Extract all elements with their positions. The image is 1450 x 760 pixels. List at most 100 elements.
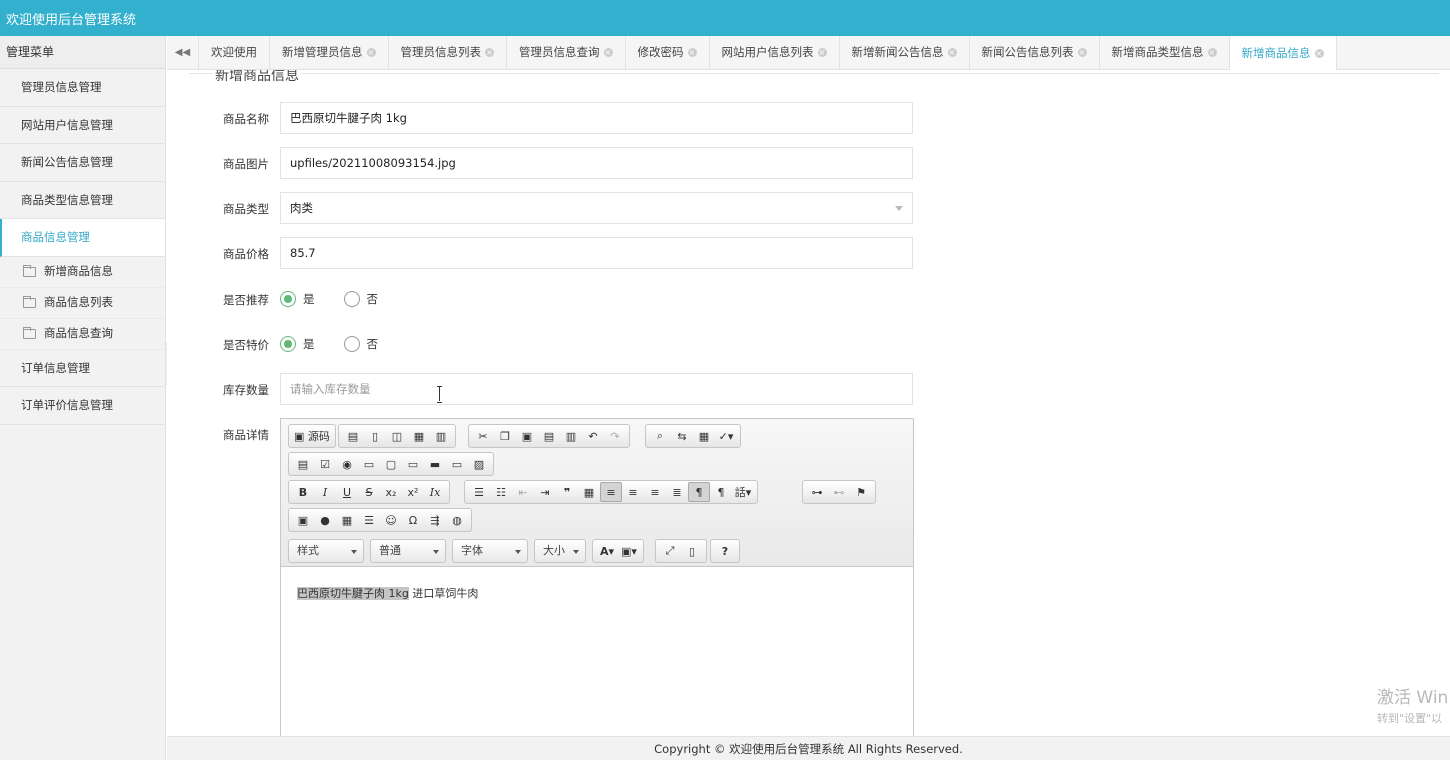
show-blocks-icon[interactable]: ▯	[681, 541, 703, 561]
bg-color-icon[interactable]: ▣▾	[618, 541, 640, 561]
radio-icon[interactable]: ◉	[336, 454, 358, 474]
sidebar-subitem-add-product[interactable]: 新增商品信息	[0, 257, 165, 288]
subscript-icon[interactable]: x₂	[380, 482, 402, 502]
product-image-input[interactable]: upfiles/20211008093154.jpg	[280, 147, 913, 179]
superscript-icon[interactable]: x²	[402, 482, 424, 502]
recommend-yes-radio[interactable]	[280, 291, 296, 307]
div-container-icon[interactable]: ▦	[578, 482, 600, 502]
underline-icon[interactable]: U	[336, 482, 358, 502]
align-center-icon[interactable]: ≡	[622, 482, 644, 502]
print-icon[interactable]: ▦	[408, 426, 430, 446]
tab-add-product-type[interactable]: 新增商品类型信息	[1100, 36, 1230, 69]
numbered-list-icon[interactable]: ☰	[468, 482, 490, 502]
bulleted-list-icon[interactable]: ☷	[490, 482, 512, 502]
hidden-field-icon[interactable]: ▨	[468, 454, 490, 474]
product-type-select[interactable]: 肉类	[280, 192, 913, 224]
paste-word-icon[interactable]: ▥	[560, 426, 582, 446]
close-icon[interactable]	[1207, 36, 1217, 69]
anchor-flag-icon[interactable]: ⚑	[850, 482, 872, 502]
tab-welcome[interactable]: 欢迎使用	[199, 36, 270, 69]
image-button-icon[interactable]: ▭	[446, 454, 468, 474]
form-icon[interactable]: ▤	[292, 454, 314, 474]
find-icon[interactable]: ⌕	[649, 426, 671, 446]
close-icon[interactable]	[1314, 37, 1324, 70]
close-icon[interactable]	[603, 36, 613, 69]
spellcheck-icon[interactable]: ✓▾	[715, 426, 737, 446]
sidebar-item-orders[interactable]: 订单信息管理	[0, 350, 165, 387]
horizontal-rule-icon[interactable]: ☰	[358, 510, 380, 530]
tab-add-admin[interactable]: 新增管理员信息	[270, 36, 389, 69]
close-icon[interactable]	[1077, 36, 1087, 69]
sidebar-subitem-product-query[interactable]: 商品信息查询	[0, 319, 165, 350]
tab-news-list[interactable]: 新闻公告信息列表	[970, 36, 1100, 69]
special-char-icon[interactable]: Ω	[402, 510, 424, 530]
table-icon[interactable]: ▦	[336, 510, 358, 530]
image-icon[interactable]: ▣	[292, 510, 314, 530]
select-all-icon[interactable]: ▦	[693, 426, 715, 446]
italic-icon[interactable]: I	[314, 482, 336, 502]
align-justify-icon[interactable]: ≣	[666, 482, 688, 502]
page-break-icon[interactable]: ⇶	[424, 510, 446, 530]
language-icon[interactable]: 話▾	[732, 482, 754, 502]
align-left-icon[interactable]: ≡	[600, 482, 622, 502]
source-button[interactable]: ▣ 源码	[292, 426, 332, 446]
tab-user-list[interactable]: 网站用户信息列表	[710, 36, 840, 69]
sidebar-item-news[interactable]: 新闻公告信息管理	[0, 144, 165, 182]
recommend-no-radio[interactable]	[343, 291, 360, 307]
flash-icon[interactable]: ●	[314, 510, 336, 530]
product-name-input[interactable]: 巴西原切牛腱子肉 1kg	[280, 102, 913, 134]
checkbox-icon[interactable]: ☑	[314, 454, 336, 474]
close-icon[interactable]	[485, 36, 494, 69]
save-icon[interactable]: ▤	[342, 426, 364, 446]
select-field-icon[interactable]: ▭	[402, 454, 424, 474]
style-combo[interactable]: 样式	[288, 539, 364, 563]
special-yes-radio[interactable]	[280, 336, 296, 352]
paste-text-icon[interactable]: ▤	[538, 426, 560, 446]
align-right-icon[interactable]: ≡	[644, 482, 666, 502]
tab-add-product[interactable]: 新增商品信息	[1229, 36, 1337, 70]
tab-scroll-left-icon[interactable]: ◀◀	[167, 36, 199, 69]
close-icon[interactable]	[687, 36, 697, 69]
outdent-icon[interactable]: ⇤	[512, 482, 534, 502]
remove-format-icon[interactable]: Ix	[424, 482, 446, 502]
cut-icon[interactable]: ✂	[472, 426, 494, 446]
stock-input[interactable]: 请输入库存数量	[280, 373, 913, 405]
close-icon[interactable]	[366, 36, 376, 69]
tab-admin-list[interactable]: 管理员信息列表	[389, 36, 507, 69]
tab-add-news[interactable]: 新增新闻公告信息	[840, 36, 970, 69]
templates-icon[interactable]: ▥	[430, 426, 452, 446]
sidebar-item-products[interactable]: 商品信息管理	[0, 219, 165, 257]
special-no-radio[interactable]	[343, 336, 360, 352]
maximize-icon[interactable]: ⤢	[659, 541, 681, 561]
replace-icon[interactable]: ⇆	[671, 426, 693, 446]
ltr-icon[interactable]: ¶	[688, 482, 710, 502]
help-icon[interactable]: ?	[714, 541, 736, 561]
undo-icon[interactable]: ↶	[582, 426, 604, 446]
strike-icon[interactable]: S	[358, 482, 380, 502]
size-combo[interactable]: 大小	[534, 539, 586, 563]
rtl-icon[interactable]: ¶	[710, 482, 732, 502]
tab-admin-query[interactable]: 管理员信息查询	[507, 36, 626, 69]
button-field-icon[interactable]: ▬	[424, 454, 446, 474]
sidebar-item-users[interactable]: 网站用户信息管理	[0, 107, 165, 144]
copy-icon[interactable]: ❐	[494, 426, 516, 446]
smiley-icon[interactable]: ☺	[380, 510, 402, 530]
sidebar-item-admin[interactable]: 管理员信息管理	[0, 69, 165, 107]
text-color-icon[interactable]: A▾	[596, 541, 618, 561]
sidebar-subitem-product-list[interactable]: 商品信息列表	[0, 288, 165, 319]
sidebar-item-product-types[interactable]: 商品类型信息管理	[0, 182, 165, 219]
blockquote-icon[interactable]: ❞	[556, 482, 578, 502]
bold-icon[interactable]: B	[292, 482, 314, 502]
preview-icon[interactable]: ◫	[386, 426, 408, 446]
unlink-icon[interactable]: ⊷	[828, 482, 850, 502]
iframe-globe-icon[interactable]: ◍	[446, 510, 468, 530]
paste-icon[interactable]: ▣	[516, 426, 538, 446]
close-icon[interactable]	[947, 36, 957, 69]
format-combo[interactable]: 普通	[370, 539, 446, 563]
new-page-icon[interactable]: ▯	[364, 426, 386, 446]
redo-icon[interactable]: ↷	[604, 426, 626, 446]
product-price-input[interactable]: 85.7	[280, 237, 913, 269]
textarea-icon[interactable]: ▢	[380, 454, 402, 474]
editor-content-area[interactable]: 巴西原切牛腱子肉 1kg 进口草饲牛肉	[281, 567, 913, 619]
close-icon[interactable]	[817, 36, 827, 69]
